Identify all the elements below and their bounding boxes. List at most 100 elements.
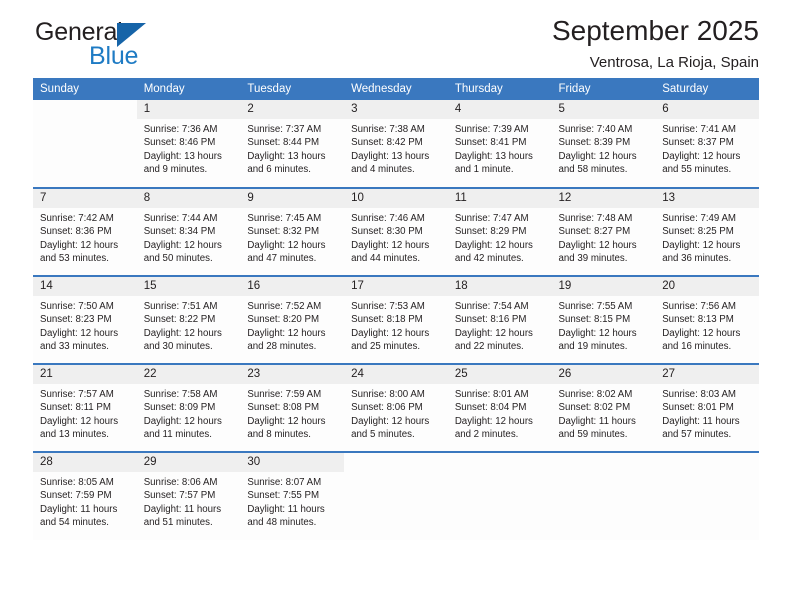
day-cell-inner: 7 Sunrise: 7:42 AM Sunset: 8:36 PM Daylight…: [33, 189, 137, 275]
day-cell-inner: 1 Sunrise: 7:36 AM Sunset: 8:46 PM Daylight…: [136, 100, 241, 186]
daylight-text: Daylight: 11 hours and 48 minutes.: [247, 503, 325, 528]
calendar-grid: Sunday Monday Tuesday Wednesday Thursday…: [33, 78, 759, 540]
day-cell-inner: 29 Sunrise: 8:06 AM Sunset: 7:57 PM Dayligh…: [136, 453, 241, 539]
page-header: General Blue September 2025 Ventrosa, La…: [33, 0, 759, 78]
day-details: Sunrise: 7:39 AM Sunset: 8:41 PM Daylight:…: [448, 119, 552, 176]
calendar-day-cell[interactable]: 23 Sunrise: 7:59 AM Sunset: 8:08 PM Dayligh…: [240, 363, 345, 452]
sunset-text: Sunset: 8:16 PM: [454, 314, 527, 326]
calendar-day-cell[interactable]: 24 Sunrise: 8:00 AM Sunset: 8:06 PM Dayligh…: [344, 363, 448, 452]
sunrise-text: Sunrise: 7:47 AM: [454, 213, 529, 224]
calendar-day-cell[interactable]: 4 Sunrise: 7:39 AM Sunset: 8:41 PM Daylight…: [447, 100, 552, 188]
calendar-day-cell[interactable]: 18 Sunrise: 7:54 AM Sunset: 8:16 PM Dayligh…: [447, 275, 552, 364]
day-number: 21: [33, 365, 137, 384]
daylight-text: Daylight: 12 hours and 19 minutes.: [558, 327, 637, 352]
sunrise-text: Sunrise: 7:46 AM: [351, 213, 425, 224]
calendar-cell-empty: [551, 451, 656, 540]
day-details: Sunrise: 7:59 AM Sunset: 8:08 PM Daylight:…: [240, 384, 344, 441]
day-details: Sunrise: 7:40 AM Sunset: 8:39 PM Daylight:…: [552, 119, 656, 176]
calendar-day-cell[interactable]: 17 Sunrise: 7:53 AM Sunset: 8:18 PM Dayligh…: [344, 275, 448, 364]
day-number: 4: [447, 100, 552, 119]
calendar-day-cell[interactable]: 20 Sunrise: 7:56 AM Sunset: 8:13 PM Dayligh…: [655, 275, 759, 364]
calendar-day-cell[interactable]: 26 Sunrise: 8:02 AM Sunset: 8:02 PM Dayligh…: [551, 363, 656, 452]
day-details: Sunrise: 7:48 AM Sunset: 8:27 PM Daylight:…: [552, 208, 656, 265]
day-cell-inner: 28 Sunrise: 8:05 AM Sunset: 7:59 PM Dayligh…: [33, 453, 137, 539]
day-cell-inner: 6 Sunrise: 7:41 AM Sunset: 8:37 PM Daylight…: [655, 100, 759, 186]
day-cell-inner: 25 Sunrise: 8:01 AM Sunset: 8:04 PM Dayligh…: [447, 365, 552, 451]
calendar-day-cell[interactable]: 9 Sunrise: 7:45 AM Sunset: 8:32 PM Daylight…: [240, 187, 345, 276]
sunrise-text: Sunrise: 7:52 AM: [247, 301, 322, 312]
general-blue-logo[interactable]: General Blue: [33, 20, 233, 76]
daylight-text: Daylight: 12 hours and 25 minutes.: [351, 327, 430, 352]
calendar-day-cell[interactable]: 16 Sunrise: 7:52 AM Sunset: 8:20 PM Dayligh…: [240, 275, 345, 364]
calendar-day-cell[interactable]: 10 Sunrise: 7:46 AM Sunset: 8:30 PM Dayligh…: [344, 187, 448, 276]
day-number: 16: [240, 277, 345, 296]
sunrise-text: Sunrise: 8:06 AM: [143, 477, 218, 488]
daylight-text: Daylight: 13 hours and 1 minute.: [454, 150, 533, 175]
day-details: Sunrise: 7:52 AM Sunset: 8:20 PM Daylight:…: [240, 296, 344, 353]
calendar-day-cell[interactable]: 12 Sunrise: 7:48 AM Sunset: 8:27 PM Dayligh…: [551, 187, 656, 276]
daylight-text: Daylight: 11 hours and 57 minutes.: [662, 415, 740, 440]
sunset-text: Sunset: 7:59 PM: [40, 490, 112, 502]
calendar-day-cell[interactable]: 11 Sunrise: 7:47 AM Sunset: 8:29 PM Dayligh…: [447, 187, 552, 276]
calendar-day-cell[interactable]: 22 Sunrise: 7:58 AM Sunset: 8:09 PM Dayligh…: [136, 363, 241, 452]
day-details: Sunrise: 7:50 AM Sunset: 8:23 PM Daylight:…: [33, 296, 137, 353]
day-number: 19: [551, 277, 656, 296]
calendar-day-cell[interactable]: 6 Sunrise: 7:41 AM Sunset: 8:37 PM Daylight…: [655, 100, 759, 188]
sunrise-text: Sunrise: 7:57 AM: [40, 389, 114, 400]
weekday-header-friday: Friday: [551, 78, 656, 100]
sunset-text: Sunset: 8:30 PM: [351, 226, 423, 238]
calendar-day-cell[interactable]: 21 Sunrise: 7:57 AM Sunset: 8:11 PM Dayligh…: [33, 363, 137, 452]
day-cell-inner: 8 Sunrise: 7:44 AM Sunset: 8:34 PM Daylight…: [136, 189, 241, 275]
calendar-day-cell[interactable]: 7 Sunrise: 7:42 AM Sunset: 8:36 PM Daylight…: [33, 187, 137, 276]
calendar-day-cell[interactable]: 14 Sunrise: 7:50 AM Sunset: 8:23 PM Dayligh…: [33, 275, 137, 364]
day-number: 20: [655, 277, 759, 296]
sunset-text: Sunset: 8:18 PM: [351, 314, 423, 326]
day-number: 28: [33, 453, 137, 472]
day-number: 29: [136, 453, 241, 472]
sunrise-text: Sunrise: 7:51 AM: [143, 301, 218, 312]
sunrise-text: Sunrise: 7:45 AM: [247, 213, 322, 224]
day-cell-inner: 30 Sunrise: 8:07 AM Sunset: 7:55 PM Dayligh…: [240, 453, 345, 539]
day-details: Sunrise: 7:53 AM Sunset: 8:18 PM Daylight:…: [344, 296, 448, 353]
sunset-text: Sunset: 8:46 PM: [143, 137, 216, 149]
day-cell-inner: 2 Sunrise: 7:37 AM Sunset: 8:44 PM Daylight…: [240, 100, 345, 186]
sunset-text: Sunset: 8:20 PM: [247, 314, 320, 326]
day-number: 9: [240, 189, 345, 208]
calendar-day-cell[interactable]: 25 Sunrise: 8:01 AM Sunset: 8:04 PM Dayligh…: [447, 363, 552, 452]
day-cell-inner: 3 Sunrise: 7:38 AM Sunset: 8:42 PM Daylight…: [344, 100, 448, 186]
calendar-day-cell[interactable]: 15 Sunrise: 7:51 AM Sunset: 8:22 PM Dayligh…: [136, 275, 241, 364]
sunset-text: Sunset: 8:44 PM: [247, 137, 320, 149]
day-cell-inner: 17 Sunrise: 7:53 AM Sunset: 8:18 PM Dayligh…: [344, 277, 448, 363]
calendar-day-cell[interactable]: 30 Sunrise: 8:07 AM Sunset: 7:55 PM Dayligh…: [240, 451, 345, 540]
sunrise-text: Sunrise: 7:42 AM: [40, 213, 114, 224]
calendar-day-cell[interactable]: 8 Sunrise: 7:44 AM Sunset: 8:34 PM Daylight…: [136, 187, 241, 276]
sunrise-text: Sunrise: 8:00 AM: [351, 389, 425, 400]
sunrise-text: Sunrise: 7:56 AM: [662, 301, 736, 312]
calendar-day-cell[interactable]: 2 Sunrise: 7:37 AM Sunset: 8:44 PM Daylight…: [240, 100, 345, 188]
day-number: 1: [136, 100, 241, 119]
calendar-day-cell[interactable]: 13 Sunrise: 7:49 AM Sunset: 8:25 PM Dayligh…: [655, 187, 759, 276]
calendar-day-cell[interactable]: 27 Sunrise: 8:03 AM Sunset: 8:01 PM Dayligh…: [655, 363, 759, 452]
calendar-day-cell[interactable]: 19 Sunrise: 7:55 AM Sunset: 8:15 PM Dayligh…: [551, 275, 656, 364]
day-cell-inner: [551, 453, 656, 539]
day-number: 8: [136, 189, 241, 208]
calendar-body: 1 Sunrise: 7:36 AM Sunset: 8:46 PM Daylight…: [33, 100, 759, 540]
day-number: 2: [240, 100, 345, 119]
calendar-day-cell[interactable]: 29 Sunrise: 8:06 AM Sunset: 7:57 PM Dayligh…: [136, 451, 241, 540]
sunset-text: Sunset: 8:37 PM: [662, 137, 734, 149]
daylight-text: Daylight: 12 hours and 36 minutes.: [662, 239, 741, 264]
sunrise-text: Sunrise: 7:37 AM: [247, 124, 322, 135]
day-number: 10: [344, 189, 448, 208]
day-number: 30: [240, 453, 345, 472]
calendar-day-cell[interactable]: 28 Sunrise: 8:05 AM Sunset: 7:59 PM Dayligh…: [33, 451, 137, 540]
day-cell-inner: 19 Sunrise: 7:55 AM Sunset: 8:15 PM Dayligh…: [551, 277, 656, 363]
sunset-text: Sunset: 8:32 PM: [247, 226, 320, 238]
daylight-text: Daylight: 12 hours and 13 minutes.: [40, 415, 119, 440]
calendar-day-cell[interactable]: 5 Sunrise: 7:40 AM Sunset: 8:39 PM Daylight…: [551, 100, 656, 188]
sunrise-text: Sunrise: 8:03 AM: [662, 389, 736, 400]
calendar-day-cell[interactable]: 1 Sunrise: 7:36 AM Sunset: 8:46 PM Daylight…: [136, 100, 241, 188]
calendar-day-cell[interactable]: 3 Sunrise: 7:38 AM Sunset: 8:42 PM Daylight…: [344, 100, 448, 188]
day-number: 15: [136, 277, 241, 296]
day-details: Sunrise: 7:51 AM Sunset: 8:22 PM Daylight:…: [137, 296, 241, 353]
day-number: 18: [447, 277, 552, 296]
